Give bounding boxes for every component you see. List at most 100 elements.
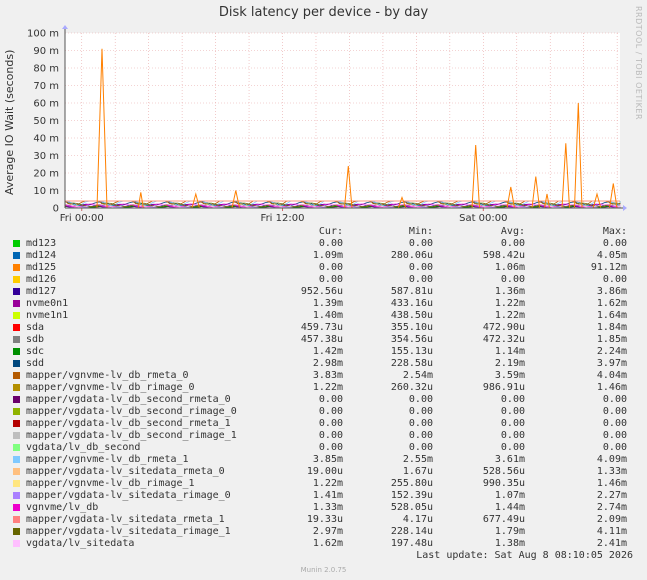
legend-min: 587.81u (390, 286, 433, 297)
legend-avg: 0.00 (500, 418, 525, 429)
legend-swatch (13, 348, 20, 355)
legend-cur: 3.85m (312, 454, 343, 465)
legend-name: vgdata/lv_sitedata (26, 538, 135, 549)
legend-avg: 1.79m (494, 526, 525, 537)
legend-row: mapper/vgdata-lv_sitedata_rimage_0 1.41m 1… (13, 490, 633, 502)
legend-cur: 19.33u (306, 514, 343, 525)
legend-min: 0.00 (408, 238, 433, 249)
legend-avg: 472.90u (482, 322, 525, 333)
legend-row: mapper/vgdata-lv_sitedata_rimage_1 2.97m 2… (13, 526, 633, 538)
legend-avg: 3.61m (494, 454, 525, 465)
legend-avg: 3.59m (494, 370, 525, 381)
legend-avg: 598.42u (482, 250, 525, 261)
legend-min: 197.48u (390, 538, 433, 549)
legend-swatch (13, 384, 20, 391)
legend-swatch (13, 288, 20, 295)
legend-max: 1.84m (596, 322, 627, 333)
legend-avg: 0.00 (500, 442, 525, 453)
legend-name: vgnvme/lv_db (26, 502, 99, 513)
legend-avg: 1.22m (494, 310, 525, 321)
legend-min: 528.05u (390, 502, 433, 513)
legend-max: 2.27m (596, 490, 627, 501)
legend-min: 0.00 (408, 418, 433, 429)
legend-max: 0.00 (602, 274, 627, 285)
legend-min: 0.00 (408, 262, 433, 273)
legend-max: 91.12m (590, 262, 627, 273)
legend-cur: 459.73u (300, 322, 343, 333)
legend-swatch (13, 276, 20, 283)
legend-min: 0.00 (408, 430, 433, 441)
legend-cur: 0.00 (318, 262, 343, 273)
legend-min: 255.80u (390, 478, 433, 489)
legend-swatch (13, 240, 20, 247)
legend-min: 0.00 (408, 442, 433, 453)
legend-min: 2.54m (402, 370, 433, 381)
legend-avg: 1.38m (494, 538, 525, 549)
legend-cur: 3.83m (312, 370, 343, 381)
legend-row: mapper/vgdata-lv_db_second_rmeta_0 0.00 0.… (13, 394, 633, 406)
legend-avg: 528.56u (482, 466, 525, 477)
legend-row: nvme0n1 1.39m 433.16u 1.22m 1.62m (13, 298, 633, 310)
legend-cur: 0.00 (318, 274, 343, 285)
y-tick-label: 60 m (33, 99, 59, 110)
legend-name: md126 (26, 274, 57, 285)
legend-min: 280.06u (390, 250, 433, 261)
legend-max: 0.00 (602, 394, 627, 405)
legend-min: 2.55m (402, 454, 433, 465)
legend-max: 4.04m (596, 370, 627, 381)
legend-name: mapper/vgdata-lv_db_second_rimage_1 (26, 430, 237, 441)
legend-cur: 0.00 (318, 430, 343, 441)
legend-avg: 1.14m (494, 346, 525, 357)
legend-cur: 0.00 (318, 394, 343, 405)
legend-max: 1.62m (596, 298, 627, 309)
legend-cur: 0.00 (318, 406, 343, 417)
legend-cur: 1.40m (312, 310, 343, 321)
header-cur: Cur: (318, 226, 343, 237)
legend-max: 2.74m (596, 502, 627, 513)
y-axis-arrow (62, 25, 68, 29)
legend-min: 4.17u (402, 514, 433, 525)
y-tick-label: 0 (53, 204, 59, 215)
x-tick-label: Fri 00:00 (60, 213, 104, 224)
plot-area: 0 10 m 20 m 30 m 40 m 50 m 60 m 70 m 80 m 90 m 100… (27, 25, 627, 224)
munin-footer: Munin 2.0.75 (300, 566, 347, 574)
legend-swatch (13, 396, 20, 403)
legend-name: mapper/vgnvme-lv_db_rimage_0 (26, 382, 195, 393)
legend-row: mapper/vgdata-lv_sitedata_rmeta_1 19.33u 4… (13, 514, 633, 526)
legend-cur: 0.00 (318, 238, 343, 249)
legend-row: md126 0.00 0.00 0.00 0.00 (13, 274, 633, 286)
x-axis-arrow (623, 205, 627, 211)
legend-max: 0.00 (602, 430, 627, 441)
legend-header: Cur: Min: Avg: Max: (13, 226, 633, 238)
y-tick-label: 30 m (33, 151, 59, 162)
legend-row: vgdata/lv_db_second 0.00 0.00 0.00 0.00 (13, 442, 633, 454)
legend-swatch (13, 372, 20, 379)
legend-swatch (13, 492, 20, 499)
legend-max: 1.64m (596, 310, 627, 321)
x-tick-label: Sat 00:00 (459, 213, 507, 224)
legend-max: 4.09m (596, 454, 627, 465)
legend-avg: 1.07m (494, 490, 525, 501)
legend-max: 2.24m (596, 346, 627, 357)
legend-name: mapper/vgdata-lv_sitedata_rimage_0 (26, 490, 231, 501)
legend-min: 0.00 (408, 274, 433, 285)
legend-avg: 472.32u (482, 334, 525, 345)
legend-min: 354.56u (390, 334, 433, 345)
legend-row: sdd 2.98m 228.58u 2.19m 3.97m (13, 358, 633, 370)
legend-row: sdc 1.42m 155.13u 1.14m 2.24m (13, 346, 633, 358)
legend-swatch (13, 456, 20, 463)
legend-cur: 457.38u (300, 334, 343, 345)
legend-cur: 0.00 (318, 418, 343, 429)
legend-swatch (13, 408, 20, 415)
legend-row: mapper/vgnvme-lv_db_rimage_0 1.22m 260.32u… (13, 382, 633, 394)
legend-row: mapper/vgnvme-lv_db_rimage_1 1.22m 255.80u… (13, 478, 633, 490)
legend-cur: 1.39m (312, 298, 343, 309)
legend-max: 0.00 (602, 238, 627, 249)
legend-cur: 1.41m (312, 490, 343, 501)
header-max: Max: (602, 226, 627, 237)
legend-name: mapper/vgnvme-lv_db_rmeta_1 (26, 454, 189, 465)
legend-max: 3.86m (596, 286, 627, 297)
legend-row: mapper/vgdata-lv_db_second_rimage_0 0.00 0… (13, 406, 633, 418)
legend-avg: 677.49u (482, 514, 525, 525)
legend-row: vgdata/lv_sitedata 1.62m 197.48u 1.38m 2.41m (13, 538, 633, 550)
